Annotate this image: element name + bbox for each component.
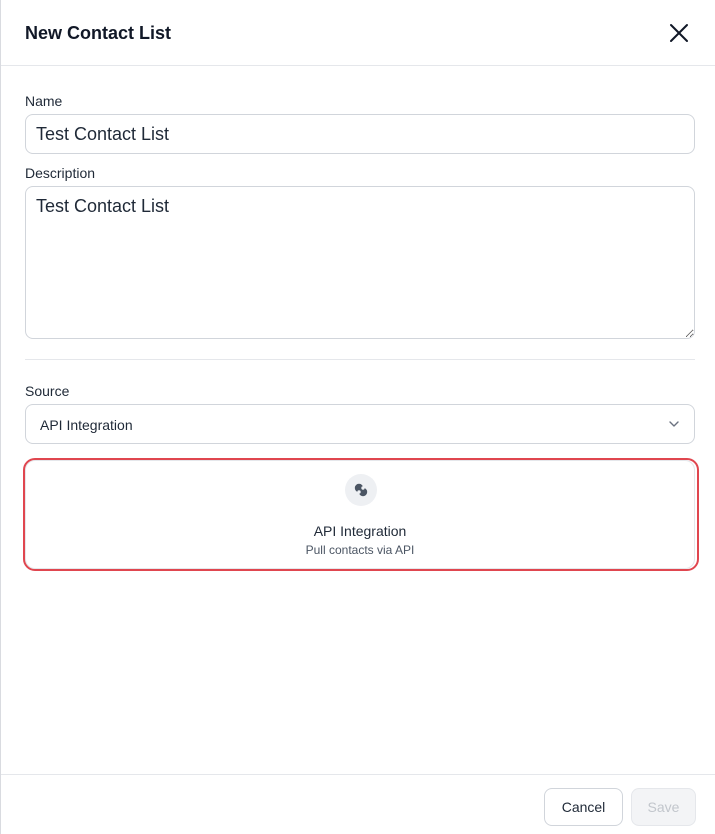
chevron-down-icon <box>669 421 679 427</box>
cancel-button[interactable]: Cancel <box>544 788 623 826</box>
dialog-footer: Cancel Save <box>1 774 715 834</box>
close-icon <box>670 24 688 42</box>
save-button[interactable]: Save <box>631 788 696 826</box>
name-label: Name <box>25 93 63 109</box>
dialog-header: New Contact List <box>1 0 715 66</box>
card-subtitle: Pull contacts via API <box>305 543 415 557</box>
dialog-title: New Contact List <box>25 23 172 43</box>
source-label: Source <box>25 383 70 399</box>
source-select-value: API Integration <box>40 417 133 433</box>
section-divider <box>25 359 695 360</box>
close-button[interactable] <box>667 21 691 45</box>
description-label: Description <box>25 165 96 181</box>
source-select[interactable]: API Integration <box>25 404 695 444</box>
new-contact-list-dialog: New Contact List Name Description Test C… <box>0 0 715 834</box>
api-integration-card[interactable]: API Integration Pull contacts via API <box>25 460 695 569</box>
name-input[interactable] <box>25 114 695 154</box>
description-textarea[interactable]: Test Contact List <box>25 186 695 339</box>
card-title: API Integration <box>313 523 407 539</box>
link-icon <box>354 483 368 497</box>
source-icon-circle <box>345 474 377 506</box>
